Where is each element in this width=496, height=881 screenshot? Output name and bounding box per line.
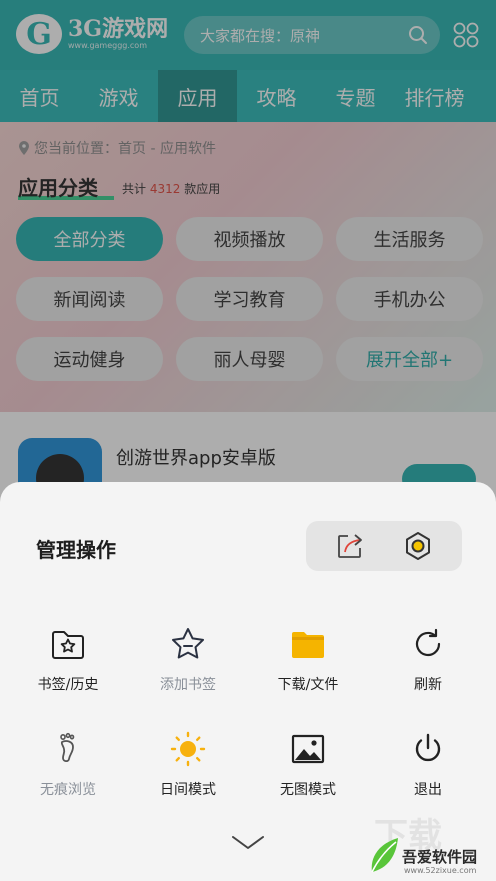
menu-no-image-mode[interactable]: 无图模式: [248, 731, 368, 799]
watermark-name: 吾爱软件园: [402, 848, 478, 866]
folder-icon: [292, 632, 324, 658]
image-icon: [291, 734, 325, 764]
menu-label: 添加书签: [160, 677, 216, 693]
menu-label: 刷新: [414, 677, 442, 693]
star-icon: [172, 628, 204, 659]
menu-label: 书签/历史: [37, 677, 99, 693]
menu-label: 无图模式: [280, 782, 336, 798]
menu-downloads-files[interactable]: 下载/文件: [248, 626, 368, 694]
leaf-logo-icon: [371, 838, 398, 873]
menu-add-bookmark[interactable]: 添加书签: [128, 626, 248, 694]
menu-label: 日间模式: [160, 782, 216, 798]
settings-icon[interactable]: [402, 530, 434, 562]
menu-day-mode[interactable]: 日间模式: [128, 731, 248, 799]
watermark-url: www.52zixue.com: [404, 866, 477, 875]
manage-menu: 书签/历史 添加书签 下载/文件 刷新 无痕浏览 日间模式 无图模式 退出: [8, 626, 488, 799]
quick-actions: [306, 521, 462, 571]
share-icon[interactable]: [334, 530, 366, 562]
menu-incognito[interactable]: 无痕浏览: [8, 731, 128, 799]
chevron-down-icon[interactable]: [230, 832, 266, 852]
menu-label: 下载/文件: [277, 677, 339, 693]
power-icon: [415, 733, 441, 762]
menu-bookmarks-history[interactable]: 书签/历史: [8, 626, 128, 694]
menu-exit[interactable]: 退出: [368, 731, 488, 799]
refresh-icon: [415, 628, 441, 657]
menu-label: 无痕浏览: [40, 782, 96, 798]
menu-label: 退出: [414, 782, 442, 798]
site-watermark: 下载 吾爱软件园 www.52zixue.com: [366, 808, 490, 878]
sheet-title: 管理操作: [36, 538, 116, 562]
menu-refresh[interactable]: 刷新: [368, 626, 488, 694]
footprint-icon: [60, 732, 75, 763]
bookmark-folder-icon: [52, 631, 84, 659]
sun-icon: [170, 731, 206, 767]
